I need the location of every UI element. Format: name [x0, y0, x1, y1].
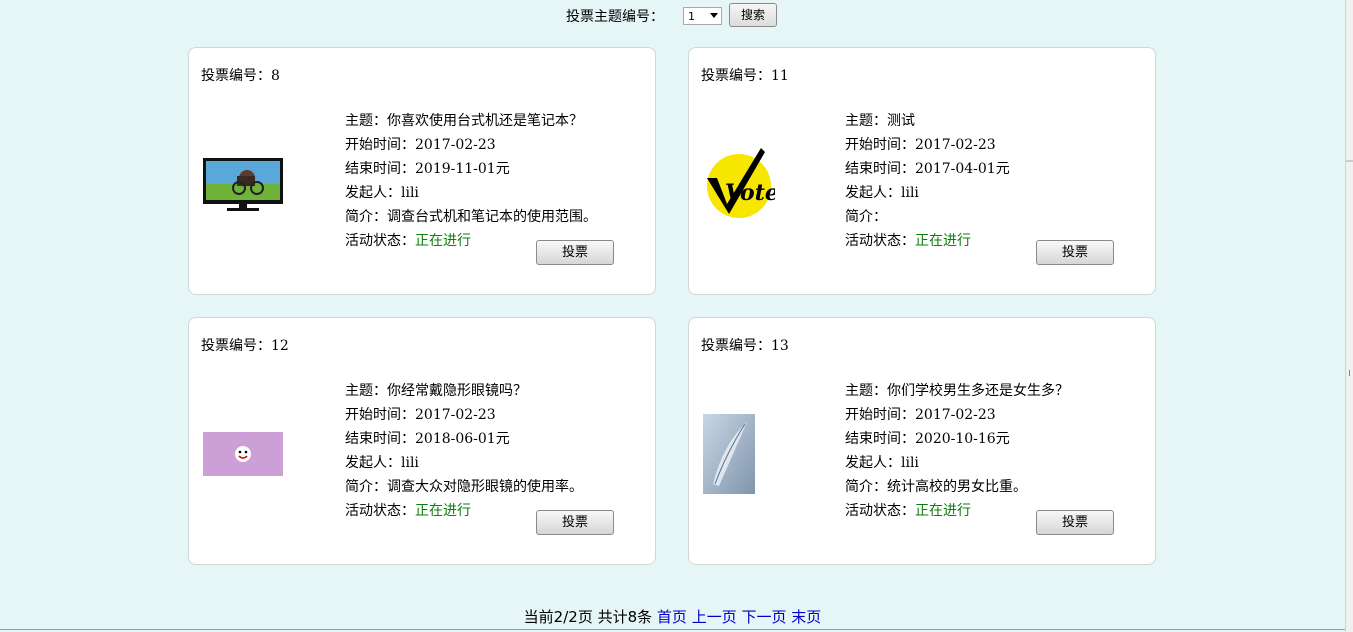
next-page-link[interactable]: 下一页: [742, 608, 787, 626]
topic-id-select-value: 1: [688, 10, 695, 23]
vote-subject: 测试: [887, 113, 915, 129]
vote-button[interactable]: 投票: [1036, 510, 1114, 535]
vote-id: 投票编号：11: [701, 68, 789, 84]
vote-intro: 调查台式机和笔记本的使用范围。: [387, 209, 597, 225]
vote-subject: 你喜欢使用台式机还是笔记本？: [387, 113, 583, 129]
vote-info: 主题：你喜欢使用台式机还是笔记本？ 开始时间：2017-02-23 结束时间：2…: [345, 113, 597, 249]
right-scroll-tick: [1349, 370, 1353, 376]
vote-end: 2019-11-01元: [415, 161, 510, 177]
vote-initiator: lili: [401, 185, 419, 201]
pagination-info: 当前2/2页 共计8条: [523, 608, 653, 626]
vote-button[interactable]: 投票: [536, 510, 614, 535]
svg-text:Vote: Vote: [725, 180, 775, 206]
monitor-image: [203, 158, 283, 211]
vote-start: 2017-02-23: [915, 137, 996, 153]
vote-button[interactable]: 投票: [536, 240, 614, 265]
vote-initiator: lili: [901, 455, 919, 471]
vote-status: 正在进行: [915, 233, 971, 249]
first-page-link[interactable]: 首页: [657, 608, 687, 626]
right-scroll-mark: [1346, 160, 1353, 162]
vote-card: 投票编号：8 主题：你喜欢使用台式机还是笔记本？ 开始时间：2017-02-23…: [188, 47, 656, 295]
prev-page-link[interactable]: 上一页: [692, 608, 737, 626]
vote-start: 2017-02-23: [915, 407, 996, 423]
last-page-link[interactable]: 末页: [791, 608, 821, 626]
feather-image: [703, 414, 755, 494]
vote-initiator: lili: [401, 455, 419, 471]
bottom-divider: [0, 629, 1345, 630]
vote-status: 正在进行: [415, 503, 471, 519]
vote-logo-image: Vote: [707, 148, 775, 218]
vote-status: 正在进行: [915, 503, 971, 519]
vote-card: 投票编号：11 Vote 主题：测试 开始时间：2017-02-23 结束时间：…: [688, 47, 1156, 295]
right-scroll-strip: [1345, 0, 1353, 632]
vote-id: 投票编号：13: [701, 338, 789, 354]
vote-card: 投票编号：12 主题：你经常戴隐形眼镜吗？ 开始时间：2017-02-23 结束…: [188, 317, 656, 565]
vote-status: 正在进行: [415, 233, 471, 249]
pagination: 当前2/2页 共计8条 首页 上一页 下一页 末页: [0, 606, 1345, 627]
vote-intro: 调查大众对隐形眼镜的使用率。: [387, 479, 583, 495]
vote-intro: 统计高校的男女比重。: [887, 479, 1027, 495]
vote-id: 投票编号：12: [201, 338, 289, 354]
search-label: 投票主题编号：: [566, 9, 664, 25]
vote-end: 2017-04-01元: [915, 161, 1010, 177]
vote-end: 2020-10-16元: [915, 431, 1010, 447]
search-button[interactable]: 搜索: [729, 3, 777, 27]
pink-emoji-image: [203, 432, 283, 476]
vote-end: 2018-06-01元: [415, 431, 510, 447]
vote-subject: 你们学校男生多还是女生多？: [887, 383, 1069, 399]
chevron-down-icon: [710, 13, 718, 18]
vote-initiator: lili: [901, 185, 919, 201]
search-bar: 投票主题编号： 1 搜索: [0, 2, 1345, 28]
vote-subject: 你经常戴隐形眼镜吗？: [387, 383, 527, 399]
vote-start: 2017-02-23: [415, 407, 496, 423]
vote-info: 主题：你们学校男生多还是女生多？ 开始时间：2017-02-23 结束时间：20…: [845, 383, 1069, 519]
vote-start: 2017-02-23: [415, 137, 496, 153]
vote-id: 投票编号：8: [201, 68, 280, 84]
topic-id-select[interactable]: 1: [683, 7, 722, 25]
vote-button[interactable]: 投票: [1036, 240, 1114, 265]
vote-info: 主题：你经常戴隐形眼镜吗？ 开始时间：2017-02-23 结束时间：2018-…: [345, 383, 583, 519]
vote-info: 主题：测试 开始时间：2017-02-23 结束时间：2017-04-01元 发…: [845, 113, 1010, 249]
vote-card: 投票编号：13 主题：你们学校男生多还是女生多？ 开始时间：2017-02-23…: [688, 317, 1156, 565]
